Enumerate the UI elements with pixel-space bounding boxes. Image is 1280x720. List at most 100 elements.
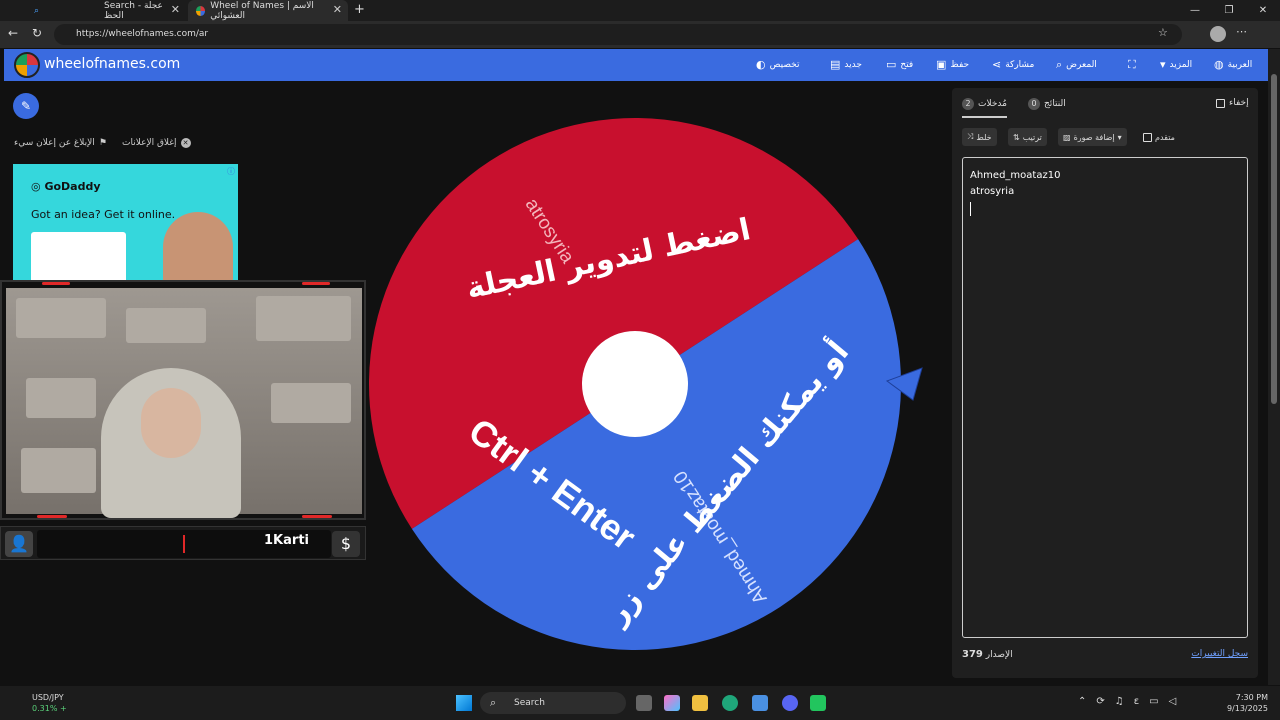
flag-icon: ⚑ xyxy=(98,138,107,148)
entries-panel: 2 مُدخلات 0 النتائج إخفاء ⤨ خلط ⇅ ترتيب ▨ إضا… xyxy=(952,88,1258,678)
globe-icon: ◍ xyxy=(1214,58,1224,71)
browser-tab-wheel[interactable]: Wheel of Names | الاسم العشوائي ✕ xyxy=(188,0,348,21)
task-view-icon[interactable] xyxy=(636,695,652,711)
chevron-down-icon: ▾ xyxy=(1117,132,1122,142)
sort-button[interactable]: ⇅ ترتيب xyxy=(1008,128,1047,146)
tab-label: Wheel of Names | الاسم العشوائي xyxy=(210,0,314,21)
file-icon: ▤ xyxy=(830,58,841,71)
close-tab-icon[interactable]: ✕ xyxy=(171,3,180,16)
tab-entries[interactable]: 2 مُدخلات xyxy=(962,98,1007,118)
logo-icon[interactable] xyxy=(14,52,40,78)
palette-icon: ◐ xyxy=(756,58,766,71)
wheel-center[interactable] xyxy=(582,331,688,437)
version-info: 379 الإصدار xyxy=(962,649,1013,660)
save-icon: ▣ xyxy=(936,58,947,71)
back-icon[interactable]: ← xyxy=(8,26,18,40)
entries-textarea[interactable]: Ahmed_moataz10 atrosyria xyxy=(962,157,1248,638)
wheel-favicon-icon xyxy=(196,5,206,16)
close-ads-link[interactable]: إغلاق الإعلانات ✕ xyxy=(122,138,191,148)
advanced-checkbox[interactable] xyxy=(1143,132,1152,142)
copilot-icon[interactable] xyxy=(664,695,680,711)
tab-label: Search - عجلة الحظ xyxy=(104,0,163,21)
webcam-overlay xyxy=(0,280,366,520)
url-field[interactable]: https://wheelofnames.com/ar xyxy=(54,24,1182,45)
open-button[interactable]: ▭ فتح xyxy=(886,58,913,71)
restore-icon[interactable]: ❐ xyxy=(1212,0,1246,21)
scrollbar-thumb[interactable] xyxy=(1271,74,1277,404)
site-header: wheelofnames.com ◐ تخصيص ▤ جديد ▭ فتح ▣ حفظ … xyxy=(4,49,1268,81)
ad-website-preview xyxy=(31,232,126,282)
site-title[interactable]: wheelofnames.com xyxy=(44,56,180,72)
customize-button[interactable]: ◐ تخصيص xyxy=(756,58,799,71)
hide-toggle[interactable]: إخفاء xyxy=(1216,98,1249,108)
fullscreen-button[interactable]: ⛶ xyxy=(1128,58,1136,72)
close-circle-icon: ✕ xyxy=(180,138,191,148)
url-text: https://wheelofnames.com/ar xyxy=(76,29,209,39)
entry-line: atrosyria xyxy=(970,186,1015,197)
minimize-icon[interactable]: — xyxy=(1178,0,1212,21)
window-controls: — ❐ ✕ xyxy=(1178,0,1280,21)
menu-dots-icon[interactable]: ⋯ xyxy=(1236,25,1247,38)
refresh-icon[interactable]: ↻ xyxy=(32,26,42,40)
image-icon: ▨ xyxy=(1063,132,1071,142)
edge-browser-icon[interactable] xyxy=(722,695,738,711)
hide-checkbox[interactable] xyxy=(1216,98,1225,108)
streamer-name: 1Karti xyxy=(264,533,309,548)
search-icon: ⌕ xyxy=(34,5,40,16)
text-caret xyxy=(970,202,971,216)
folder-icon: ▭ xyxy=(886,58,897,71)
gallery-button[interactable]: ⌕ المعرض xyxy=(1056,58,1097,72)
new-tab-button[interactable]: + xyxy=(354,2,365,17)
discord-icon[interactable] xyxy=(782,695,798,711)
windows-start-icon[interactable] xyxy=(456,695,472,711)
chevron-down-icon: ▾ xyxy=(1160,58,1166,71)
godaddy-logo-icon: ◎ xyxy=(31,180,45,193)
store-icon[interactable] xyxy=(752,695,768,711)
webcam-video xyxy=(6,288,362,518)
advanced-toggle[interactable]: متقدم xyxy=(1138,128,1180,146)
system-tray-icons[interactable]: ⌃⟳♫ε▭◁ xyxy=(1078,696,1186,707)
spin-wheel[interactable]: atrosyria Ahmed_moataz10 اضغط لتدوير الع… xyxy=(360,108,940,668)
file-explorer-icon[interactable] xyxy=(692,695,708,711)
shuffle-icon: ⤨ xyxy=(967,132,974,141)
taskbar-clock[interactable]: 7:30 PM 9/13/2025 xyxy=(1227,692,1268,714)
browser-tabbar: ⌕ Search - عجلة الحظ ✕ Wheel of Names | … xyxy=(0,0,1280,21)
search-icon: ⌕ xyxy=(1056,58,1063,71)
changelog-link[interactable]: سجل التغييرات xyxy=(1191,649,1248,659)
tab-results[interactable]: 0 النتائج xyxy=(1028,98,1066,110)
app-icon[interactable] xyxy=(810,695,826,711)
fullscreen-icon: ⛶ xyxy=(1128,58,1136,71)
sort-icon: ⇅ xyxy=(1013,132,1020,142)
pencil-icon: ✎ xyxy=(20,99,32,113)
add-image-button[interactable]: ▨ إضافة صورة ▾ xyxy=(1058,128,1127,146)
browser-tab-search[interactable]: ⌕ Search - عجلة الحظ ✕ xyxy=(26,0,186,21)
ad-person-image xyxy=(163,212,233,282)
page-scrollbar[interactable] xyxy=(1268,49,1280,685)
taskbar-search[interactable]: ⌕ Search xyxy=(480,692,626,714)
profile-avatar[interactable] xyxy=(1210,26,1226,42)
save-button[interactable]: ▣ حفظ xyxy=(936,58,969,71)
entry-line: Ahmed_moataz10 xyxy=(970,170,1061,181)
streamer-face xyxy=(141,388,201,458)
new-button[interactable]: ▤ جديد xyxy=(830,58,862,71)
address-bar: ← ↻ https://wheelofnames.com/ar ☆ ⋯ xyxy=(0,21,1280,48)
streamer-namebar: 👤 1Karti $ xyxy=(0,526,366,560)
user-icon: 👤 xyxy=(5,531,33,557)
report-ad-link[interactable]: الإبلاغ عن إعلان سيء ⚑ xyxy=(14,138,107,148)
ad-info-icon[interactable]: ⓘ xyxy=(227,166,235,177)
edit-pencil-button[interactable]: ✎ xyxy=(13,93,39,119)
search-icon: ⌕ xyxy=(490,696,497,709)
close-tab-icon[interactable]: ✕ xyxy=(333,3,342,16)
godaddy-ad[interactable]: ◎ GoDaddy Got an idea? Get it online. ⓘ xyxy=(13,164,238,282)
language-button[interactable]: ◍ العربية xyxy=(1214,58,1252,71)
stock-ticker-widget[interactable]: USD/JPY 0.31% + xyxy=(12,692,67,714)
more-button[interactable]: ▾ المزيد xyxy=(1160,58,1192,71)
windows-taskbar: USD/JPY 0.31% + ⌕ Search ⌃⟳♫ε▭◁ 7:30 PM 9… xyxy=(0,686,1280,720)
shuffle-button[interactable]: ⤨ خلط xyxy=(962,128,997,146)
ad-brand: ◎ GoDaddy xyxy=(31,180,101,193)
close-window-icon[interactable]: ✕ xyxy=(1246,0,1280,21)
ad-text: Got an idea? Get it online. xyxy=(31,208,176,221)
share-button[interactable]: ⋖ مشاركة xyxy=(992,58,1034,71)
share-icon: ⋖ xyxy=(992,58,1002,71)
favorite-star-icon[interactable]: ☆ xyxy=(1158,26,1168,39)
